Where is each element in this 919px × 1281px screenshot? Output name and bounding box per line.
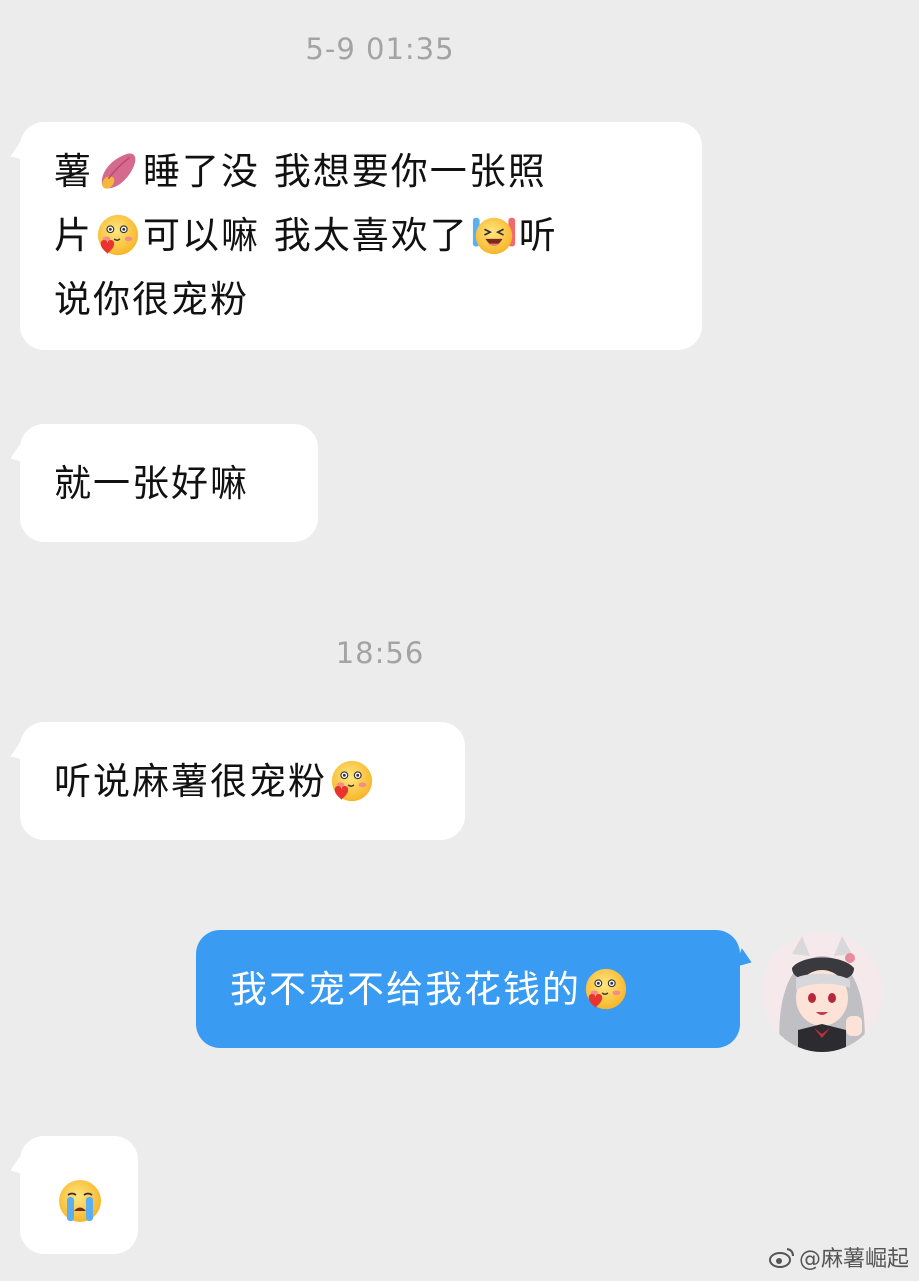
weibo-logo-icon <box>768 1246 795 1268</box>
message-bubble-4[interactable]: 我不宠不给我花钱的 <box>196 930 740 1048</box>
message-text: 听 <box>518 214 558 257</box>
message-text: 说你很宠粉 <box>54 278 249 321</box>
timestamp-2: 18:56 <box>335 636 425 670</box>
message-text: 睡了没 我想要你一张照 <box>143 150 547 193</box>
blush-heart-emoji <box>329 758 375 804</box>
message-text: 就一张好嘛 <box>54 462 249 505</box>
message-bubble-1[interactable]: 薯 睡了没 我想要你一张照 片 可以嘛 我太喜欢了 听 说你很宠粉 <box>20 122 702 350</box>
timestamp-1: 5-9 01:35 <box>305 32 455 66</box>
message-text: 可以嘛 我太喜欢了 <box>143 214 469 257</box>
message-text: 我不宠不给我花钱的 <box>230 968 581 1011</box>
blush-heart-emoji <box>95 212 141 258</box>
message-text: 听说麻薯很宠粉 <box>54 760 327 803</box>
user-avatar[interactable] <box>762 932 882 1052</box>
message-bubble-2[interactable]: 就一张好嘛 <box>20 424 318 542</box>
crying-emoji <box>56 1177 104 1225</box>
message-text: 薯 <box>54 150 93 193</box>
watermark: @麻薯崛起 <box>768 1241 909 1273</box>
watermark-text: @麻薯崛起 <box>798 1247 909 1272</box>
screaming-joy-emoji <box>471 212 517 258</box>
blush-heart-emoji <box>583 966 629 1012</box>
message-bubble-5[interactable] <box>20 1136 138 1254</box>
sweet-potato-emoji <box>95 148 141 194</box>
message-bubble-3[interactable]: 听说麻薯很宠粉 <box>20 722 465 840</box>
message-text: 片 <box>54 214 93 257</box>
